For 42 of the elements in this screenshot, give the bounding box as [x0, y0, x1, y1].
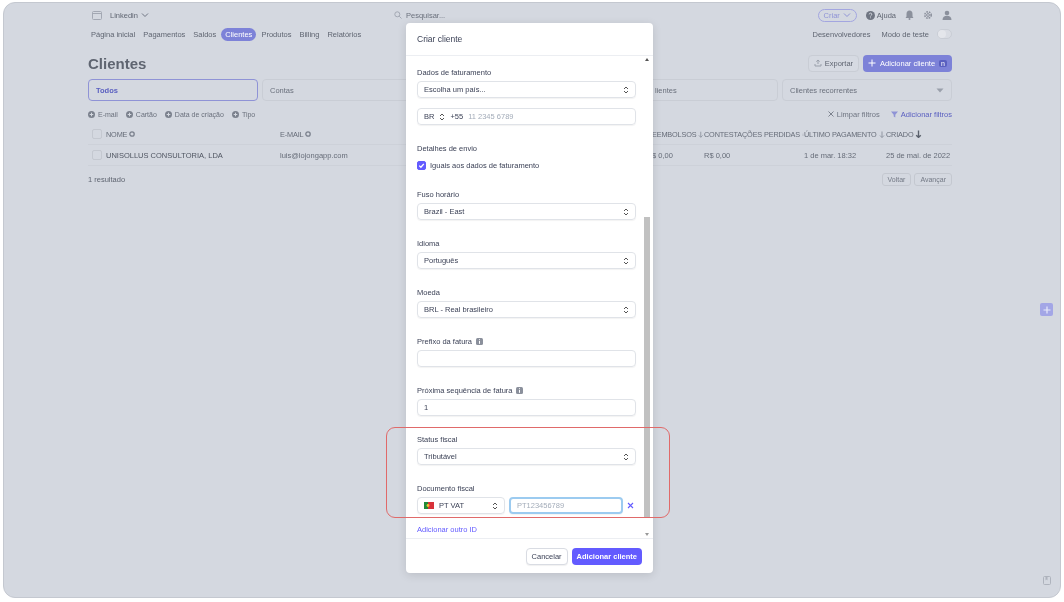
up-down-caret-icon [623, 452, 629, 461]
add-icon[interactable] [1040, 303, 1053, 316]
sort-arrow-icon[interactable] [915, 130, 923, 138]
search-icon [394, 11, 402, 19]
scroll-up-icon[interactable] [645, 58, 649, 61]
info-icon[interactable] [516, 386, 524, 394]
upload-icon [813, 59, 822, 67]
bell-icon[interactable] [905, 10, 914, 20]
chevron-down-icon [140, 12, 149, 18]
store-icon [92, 10, 102, 20]
plus-circle-icon [164, 110, 172, 118]
up-down-caret-icon [623, 256, 629, 265]
plus-circle-icon [88, 110, 95, 118]
help-icon [865, 10, 875, 20]
plus-circle-icon [125, 110, 133, 118]
scrollbar[interactable] [644, 56, 650, 538]
checkbox[interactable] [417, 160, 426, 170]
info-icon[interactable] [476, 337, 484, 345]
close-icon[interactable] [627, 502, 634, 509]
user-icon[interactable] [942, 10, 952, 20]
up-down-caret-icon [439, 112, 446, 121]
page-title: Clientes [88, 54, 147, 72]
plus-icon [868, 59, 877, 67]
close-icon [827, 111, 834, 117]
dialog-title: Criar cliente [417, 34, 463, 44]
up-down-caret-icon [492, 501, 498, 510]
sort-arrow-icon[interactable] [698, 130, 704, 138]
up-down-caret-icon [623, 207, 629, 216]
scroll-down-icon[interactable] [645, 533, 649, 536]
settings-icon[interactable] [923, 10, 933, 20]
filter-icon [890, 110, 898, 118]
document-icon[interactable] [1043, 576, 1051, 585]
chevron-down-icon [842, 12, 851, 18]
gear-icon[interactable] [129, 131, 136, 137]
input-field[interactable] [417, 350, 636, 367]
test-mode-toggle[interactable] [937, 29, 952, 39]
flag-icon [424, 502, 434, 509]
dropdown-icon [936, 87, 944, 93]
plus-circle-icon [231, 110, 239, 118]
up-down-caret-icon [623, 85, 629, 94]
gear-icon[interactable] [305, 131, 312, 137]
up-down-caret-icon [623, 305, 629, 314]
